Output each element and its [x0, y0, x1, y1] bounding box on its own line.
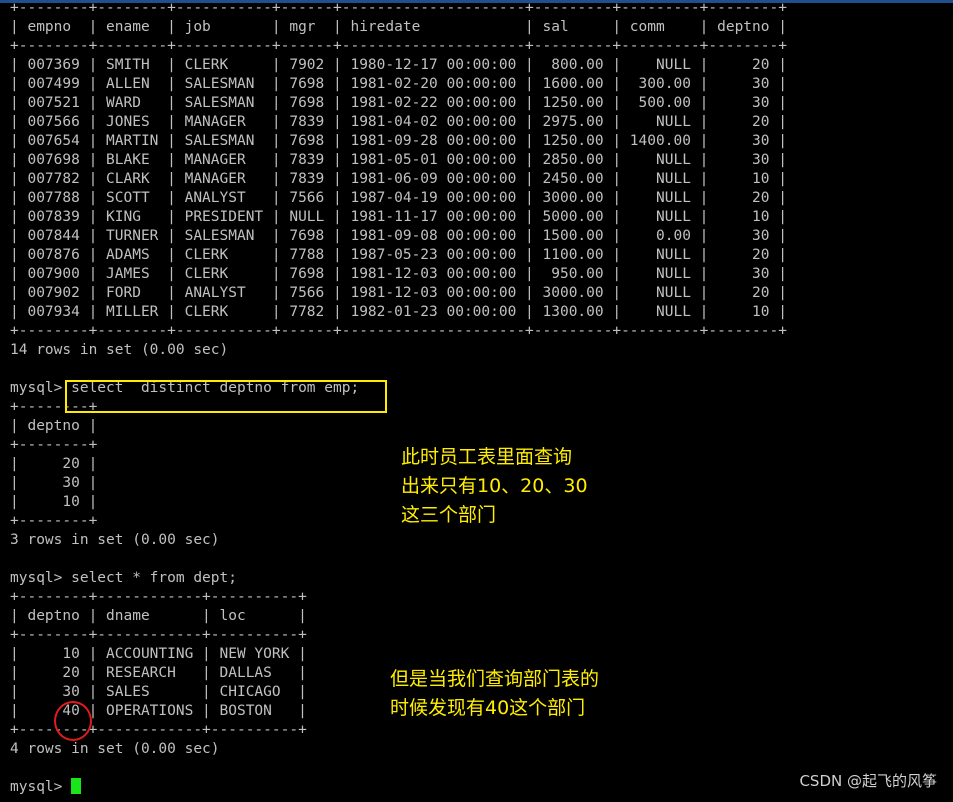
- annotation-note-emp-depts: 此时员工表里面查询 出来只有10、20、30 这三个部门: [401, 446, 588, 526]
- highlight-circle-dept-40: [54, 701, 92, 741]
- terminal-line: +--------+--------+-----------+------+--…: [10, 0, 787, 16]
- watermark: CSDN @起飞的风筝: [799, 772, 937, 790]
- terminal-line: +--------+------------+----------+: [10, 589, 307, 605]
- terminal-line: +--------+: [10, 513, 98, 529]
- terminal-line: | 20 |: [10, 456, 98, 472]
- terminal-line: 3 rows in set (0.00 sec): [10, 532, 220, 548]
- terminal-prompt-line: mysql>: [10, 778, 787, 797]
- terminal-line: | 007499 | ALLEN | SALESMAN | 7698 | 198…: [10, 76, 787, 92]
- terminal-line: | deptno |: [10, 418, 98, 434]
- terminal-line: +--------+--------+-----------+------+--…: [10, 323, 787, 339]
- terminal-cursor[interactable]: [71, 778, 82, 794]
- terminal-line: | 007788 | SCOTT | ANALYST | 7566 | 1987…: [10, 190, 787, 206]
- terminal-line: | 007876 | ADAMS | CLERK | 7788 | 1987-0…: [10, 247, 787, 263]
- terminal-line: | 30 |: [10, 475, 98, 491]
- terminal-line: +--------+------------+----------+: [10, 627, 307, 643]
- annotation-note-dept-40: 但是当我们查询部门表的 时候发现有40这个部门: [390, 668, 600, 719]
- terminal-line: | 007369 | SMITH | CLERK | 7902 | 1980-1…: [10, 57, 787, 73]
- terminal-line: | 007521 | WARD | SALESMAN | 7698 | 1981…: [10, 95, 787, 111]
- terminal-line: | 007934 | MILLER | CLERK | 7782 | 1982-…: [10, 304, 787, 320]
- terminal-line: 4 rows in set (0.00 sec): [10, 741, 220, 757]
- terminal-line: | 007902 | FORD | ANALYST | 7566 | 1981-…: [10, 285, 787, 301]
- terminal-line: | 10 |: [10, 494, 98, 510]
- highlight-box-distinct-query: [65, 380, 387, 413]
- terminal-line: +--------+: [10, 437, 98, 453]
- terminal-line: mysql> select * from dept;: [10, 570, 237, 586]
- terminal-line: | 007782 | CLARK | MANAGER | 7839 | 1981…: [10, 171, 787, 187]
- terminal-line: | 007844 | TURNER | SALESMAN | 7698 | 19…: [10, 228, 787, 244]
- terminal-line: | 007698 | BLAKE | MANAGER | 7839 | 1981…: [10, 152, 787, 168]
- terminal-line: 14 rows in set (0.00 sec): [10, 342, 229, 358]
- terminal-line: | 10 | ACCOUNTING | NEW YORK |: [10, 646, 307, 662]
- terminal-line: +--------+--------+-----------+------+--…: [10, 38, 787, 54]
- terminal-line: | 007839 | KING | PRESIDENT | NULL | 198…: [10, 209, 787, 225]
- terminal-line: | 007900 | JAMES | CLERK | 7698 | 1981-1…: [10, 266, 787, 282]
- terminal-line: | empno | ename | job | mgr | hiredate |…: [10, 19, 787, 35]
- terminal-line: | 007566 | JONES | MANAGER | 7839 | 1981…: [10, 114, 787, 130]
- terminal-line: +--------+------------+----------+: [10, 722, 307, 738]
- terminal-line: | deptno | dname | loc |: [10, 608, 307, 624]
- terminal-line: | 007654 | MARTIN | SALESMAN | 7698 | 19…: [10, 133, 787, 149]
